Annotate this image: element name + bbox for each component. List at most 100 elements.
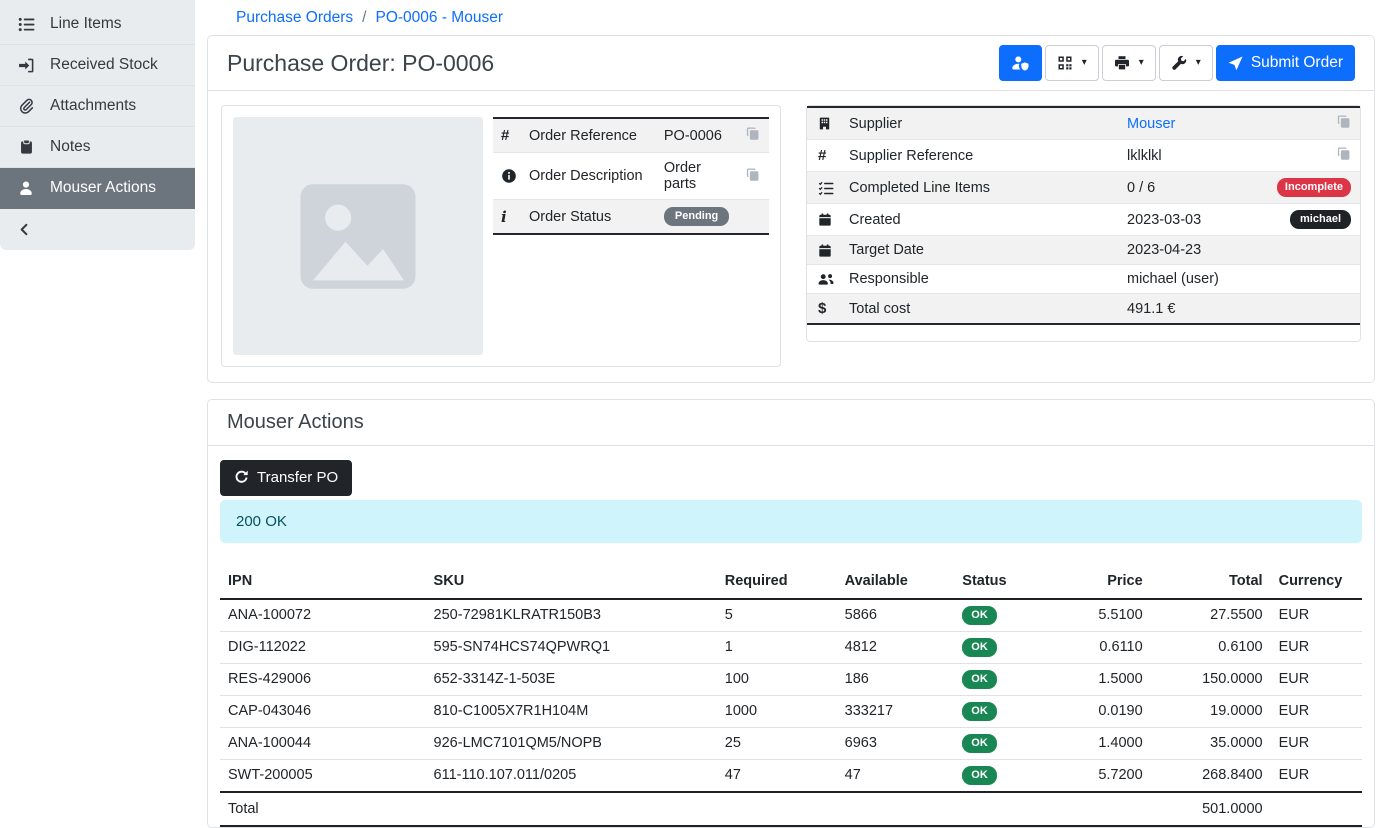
cell-currency: EUR: [1271, 759, 1362, 792]
caret-down-icon: ▾: [1196, 58, 1201, 68]
cell-available: 6963: [837, 727, 955, 759]
incomplete-badge: Incomplete: [1277, 178, 1351, 197]
detail-label: Completed Line Items: [843, 172, 1121, 204]
sidebar-item-mouser-actions[interactable]: Mouser Actions: [0, 168, 195, 209]
detail-label: Supplier: [843, 107, 1121, 140]
footer-total-label: Total: [220, 792, 426, 826]
cell-sku: 926-LMC7101QM5/NOPB: [426, 727, 717, 759]
sidebar-item-received-stock[interactable]: Received Stock: [0, 45, 195, 86]
cell-currency: EUR: [1271, 695, 1362, 727]
main-content: Purchase Orders / PO-0006 - Mouser Purch…: [195, 0, 1383, 828]
footer-total-value: 501.0000: [1151, 792, 1271, 826]
parts-table-row: RES-429006 652-3314Z-1-503E 100 186 OK 1…: [220, 663, 1362, 695]
parts-table-header: IPN SKU Required Available Status Price …: [220, 565, 1362, 599]
col-required: Required: [717, 565, 837, 599]
sidebar-item-label: Received Stock: [50, 56, 158, 74]
purchase-order-details: # Order Reference PO-0006 Order Descript…: [208, 91, 1374, 382]
sidebar-item-attachments[interactable]: Attachments: [0, 86, 195, 127]
dollar-icon: $: [807, 294, 843, 325]
status-ok-badge: OK: [962, 702, 997, 721]
admin-view-button[interactable]: [999, 45, 1042, 81]
calendar-icon: [807, 236, 843, 265]
detail-label: Created: [843, 204, 1121, 236]
parts-table-row: DIG-112022 595-SN74HCS74QPWRQ1 1 4812 OK…: [220, 631, 1362, 663]
image-placeholder-icon: [295, 179, 421, 294]
detail-row-total-cost: $ Total cost 491.1 €: [807, 294, 1360, 325]
cell-ipn: ANA-100072: [220, 599, 426, 632]
mouser-actions-body: Transfer PO 200 OK IPN SKU Required Avai…: [208, 446, 1374, 827]
print-actions-button[interactable]: ▾: [1102, 45, 1156, 81]
cell-required: 47: [717, 759, 837, 792]
cell-available: 5866: [837, 599, 955, 632]
cell-available: 333217: [837, 695, 955, 727]
cell-available: 186: [837, 663, 955, 695]
cell-currency: EUR: [1271, 663, 1362, 695]
refresh-icon: [234, 470, 249, 485]
users-icon: [807, 265, 843, 294]
breadcrumb-current-order[interactable]: PO-0006 - Mouser: [375, 9, 503, 27]
paperclip-icon: [17, 98, 35, 114]
building-icon: [807, 107, 843, 140]
cell-ipn: RES-429006: [220, 663, 426, 695]
cell-ipn: CAP-043046: [220, 695, 426, 727]
copy-icon[interactable]: [746, 126, 760, 141]
caret-down-icon: ▾: [1139, 58, 1144, 68]
list-icon: [17, 16, 35, 33]
mouser-actions-panel: Mouser Actions Transfer PO 200 OK IPN SK…: [207, 399, 1375, 828]
submit-order-button[interactable]: Submit Order: [1216, 45, 1355, 81]
barcode-actions-button[interactable]: ▾: [1045, 45, 1099, 81]
detail-value: PO-0006: [658, 118, 735, 153]
list-check-icon: [807, 172, 843, 204]
detail-row-responsible: Responsible michael (user): [807, 265, 1360, 294]
qrcode-icon: [1057, 55, 1073, 71]
order-actions-button[interactable]: ▾: [1159, 45, 1213, 81]
calendar-icon: [807, 204, 843, 236]
copy-icon[interactable]: [1337, 114, 1351, 129]
cell-sku: 250-72981KLRATR150B3: [426, 599, 717, 632]
cell-price: 0.6110: [1054, 631, 1151, 663]
breadcrumb-purchase-orders[interactable]: Purchase Orders: [236, 9, 353, 27]
cell-required: 1000: [717, 695, 837, 727]
status-ok-badge: OK: [962, 766, 997, 785]
cell-required: 1: [717, 631, 837, 663]
breadcrumb-separator: /: [362, 9, 366, 27]
cell-ipn: SWT-200005: [220, 759, 426, 792]
status-ok-badge: OK: [962, 670, 997, 689]
sidebar-item-label: Line Items: [50, 15, 122, 33]
clipboard-icon: [17, 139, 35, 155]
cell-currency: EUR: [1271, 599, 1362, 632]
transfer-po-button[interactable]: Transfer PO: [220, 460, 352, 496]
detail-label: Order Description: [523, 153, 658, 200]
cell-total: 27.5500: [1151, 599, 1271, 632]
parts-table-footer: Total 501.0000: [220, 792, 1362, 826]
cell-total: 19.0000: [1151, 695, 1271, 727]
parts-table-row: CAP-043046 810-C1005X7R1H104M 1000 33321…: [220, 695, 1362, 727]
detail-row-order-status: i Order Status Pending: [493, 200, 769, 235]
page-title: Purchase Order: PO-0006: [227, 50, 494, 77]
sidebar-item-line-items[interactable]: Line Items: [0, 4, 195, 45]
cell-total: 150.0000: [1151, 663, 1271, 695]
cell-sku: 810-C1005X7R1H104M: [426, 695, 717, 727]
send-icon: [1228, 56, 1243, 71]
copy-icon[interactable]: [746, 167, 760, 182]
detail-row-supplier: Supplier Mouser: [807, 107, 1360, 140]
sidebar-item-notes[interactable]: Notes: [0, 127, 195, 168]
supplier-link[interactable]: Mouser: [1127, 116, 1175, 132]
copy-icon[interactable]: [1337, 146, 1351, 161]
col-status: Status: [954, 565, 1053, 599]
sidebar: Line Items Received Stock Attachments No…: [0, 0, 195, 250]
order-image-placeholder[interactable]: [233, 117, 483, 355]
detail-row-created: Created 2023-03-03 michael: [807, 204, 1360, 236]
detail-value: michael (user): [1121, 265, 1240, 294]
info-circle-icon: [493, 153, 523, 200]
status-alert: 200 OK: [220, 500, 1362, 543]
sidebar-collapse-button[interactable]: [0, 209, 195, 250]
user-icon: [17, 180, 35, 196]
detail-value: 2023-03-03: [1121, 204, 1240, 236]
breadcrumb: Purchase Orders / PO-0006 - Mouser: [207, 0, 1375, 35]
cell-sku: 611-110.107.011/0205: [426, 759, 717, 792]
col-sku: SKU: [426, 565, 717, 599]
purchase-order-header: Purchase Order: PO-0006 ▾: [208, 36, 1374, 91]
cell-price: 1.5000: [1054, 663, 1151, 695]
user-badge: michael: [1290, 210, 1351, 229]
